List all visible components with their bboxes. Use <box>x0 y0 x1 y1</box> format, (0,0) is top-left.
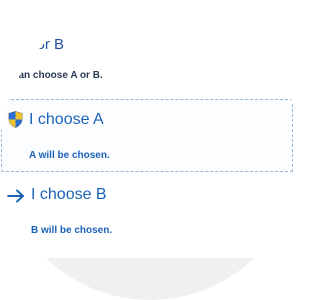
command-link-note: A will be chosen. <box>29 150 110 161</box>
content-text: u can choose A or B. <box>4 70 103 81</box>
command-link-title: I choose A <box>29 111 104 128</box>
command-link-choose-a[interactable]: I choose A A will be chosen. <box>1 99 293 172</box>
task-dialog: se A or B u can choose A or B. I choose … <box>0 0 298 258</box>
screenshot-stage: se A or B u can choose A or B. I choose … <box>0 0 300 300</box>
command-link-note: B will be chosen. <box>31 225 113 236</box>
circular-viewport: se A or B u can choose A or B. I choose … <box>0 0 300 300</box>
main-instruction: se A or B <box>4 36 65 53</box>
dialog-footer <box>0 258 300 300</box>
command-link-choose-b[interactable]: I choose B B will be chosen. <box>1 177 293 247</box>
uac-shield-icon <box>8 111 23 128</box>
arrow-right-icon <box>7 189 24 203</box>
command-link-title: I choose B <box>31 186 107 203</box>
